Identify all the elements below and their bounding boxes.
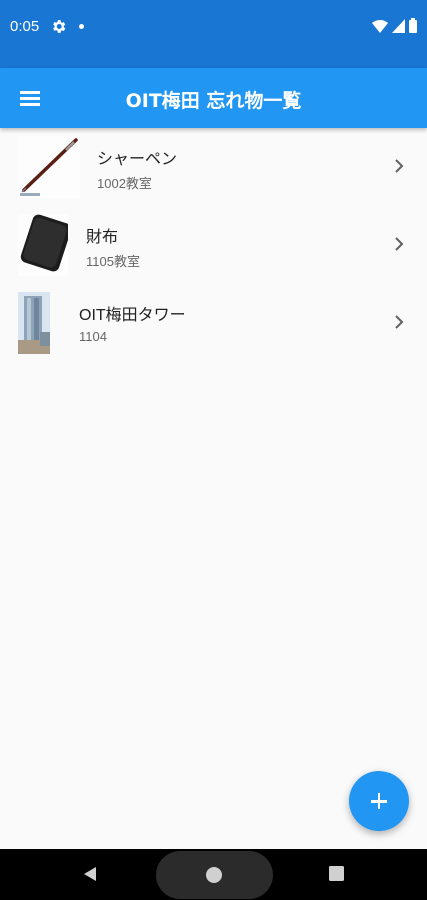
gear-icon: [53, 20, 66, 33]
wifi-icon: [372, 19, 388, 33]
status-time: 0:05: [10, 18, 40, 35]
system-nav-bar: [0, 849, 427, 900]
add-item-button[interactable]: [349, 771, 409, 831]
item-location: 1105教室: [86, 254, 140, 269]
battery-icon: [409, 18, 417, 33]
lost-items-list: シャーペン 1002教室 財布 1105教室 OIT梅田タワー 1104: [0, 128, 427, 362]
item-title: 財布: [86, 229, 119, 246]
signal-icon: [392, 18, 405, 33]
page-title: OIT梅田 忘れ物一覧: [125, 90, 302, 112]
item-location: 1104: [79, 329, 107, 344]
app-bar: OIT梅田 忘れ物一覧: [0, 68, 427, 128]
chevron-right-icon: [395, 315, 404, 329]
item-location: 1002教室: [97, 176, 152, 191]
item-title: シャーペン: [97, 151, 178, 168]
chevron-right-icon: [395, 159, 404, 173]
mechanical-pencil-photo: [18, 136, 80, 198]
tower-building-photo: [18, 292, 50, 354]
list-item[interactable]: OIT梅田タワー 1104: [0, 284, 427, 362]
status-bar: 0:05: [0, 0, 427, 68]
home-pill[interactable]: [156, 851, 273, 899]
list-item[interactable]: シャーペン 1002教室: [0, 128, 427, 206]
recents-icon[interactable]: [328, 865, 345, 882]
black-wallet-photo: [18, 214, 68, 276]
back-icon[interactable]: [81, 865, 99, 883]
home-icon: [206, 867, 222, 883]
status-icons: [372, 18, 417, 33]
chevron-right-icon: [395, 237, 404, 251]
item-title: OIT梅田タワー: [79, 307, 186, 324]
notification-dot-icon: [79, 24, 84, 29]
list-item[interactable]: 財布 1105教室: [0, 206, 427, 284]
